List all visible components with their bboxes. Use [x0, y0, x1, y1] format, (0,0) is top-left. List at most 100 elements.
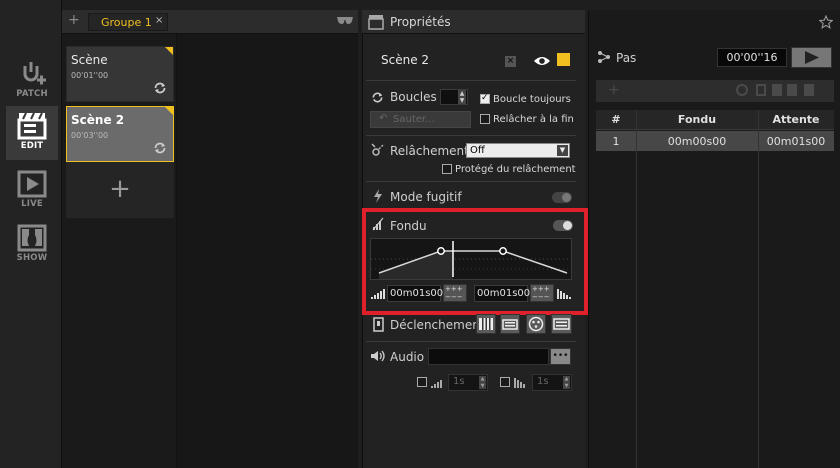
loop-always-checkbox[interactable]	[480, 93, 490, 104]
steps-table-header: # Fondu Attente	[596, 110, 834, 130]
audio-fade-in-checkbox[interactable]	[417, 377, 427, 387]
group-tab-label: Groupe 1	[101, 16, 152, 29]
play-button[interactable]	[791, 47, 832, 68]
fade-out-value: 00m01s00	[477, 288, 531, 299]
fade-out-stepper[interactable]: +++ −−−	[530, 284, 554, 302]
audio-fade-in-value: 1s	[453, 376, 465, 387]
glasses-icon[interactable]	[336, 15, 354, 25]
step-fade: 00m00s00	[667, 135, 727, 148]
stage-curtain-icon	[17, 224, 47, 252]
loop-icon	[372, 92, 383, 103]
audio-label: Audio	[390, 350, 425, 364]
add-scene-button[interactable]: +	[66, 162, 174, 218]
copy-icon[interactable]	[772, 84, 782, 96]
release-at-end-label: Relâcher à la fin	[493, 114, 574, 125]
skip-button[interactable]: ↶ Sauter...	[370, 111, 471, 128]
steps-panel	[588, 10, 840, 468]
scene-list: Scène 00'01''00 Scène 2 00'03''00 +	[62, 34, 177, 468]
fugitive-mode-label: Mode fugitif	[390, 190, 462, 204]
audio-fade-out-input[interactable]: 1s ▲ ▼	[532, 374, 572, 391]
speaker-icon	[371, 350, 385, 362]
column-divider	[636, 110, 637, 468]
toggle-knob	[563, 221, 572, 230]
protected-release-label: Protégé du relâchement	[455, 164, 576, 175]
loops-label: Boucles	[390, 90, 437, 104]
scene-name: Scène 2	[71, 113, 125, 127]
plus-minus-icon: +++ −−−	[445, 285, 463, 301]
close-group-button[interactable]: ×	[155, 15, 163, 26]
column-header-fade: Fondu	[677, 113, 717, 126]
fugitive-mode-toggle[interactable]	[552, 192, 572, 203]
mode-patch[interactable]: PATCH	[6, 56, 58, 110]
piano-keys-icon[interactable]	[476, 314, 496, 334]
scene-name-field[interactable]: Scène 2	[381, 53, 429, 67]
play-icon	[805, 51, 819, 64]
steps-toolbar: +	[596, 80, 834, 102]
steps-title: Pas	[616, 51, 637, 65]
add-step-button[interactable]: +	[608, 82, 620, 98]
scene-color-marker	[165, 107, 173, 115]
fade-in-icon	[371, 289, 385, 299]
release-at-end-checkbox[interactable]	[480, 114, 490, 124]
mode-show[interactable]: SHOW	[6, 220, 58, 274]
fade-in-icon	[431, 380, 442, 388]
scene-duration: 00'01''00	[71, 71, 109, 80]
fade-out-icon	[514, 378, 525, 388]
mode-live[interactable]: LIVE	[6, 166, 58, 220]
stepper-arrows-icon[interactable]: ▲ ▼	[479, 376, 486, 389]
scene-color-swatch[interactable]	[557, 53, 570, 66]
release-select[interactable]: Off ▼	[466, 143, 570, 158]
mode-label: SHOW	[16, 253, 48, 263]
audio-browse-button[interactable]: •••	[550, 348, 571, 365]
keyboard-icon[interactable]	[500, 314, 520, 334]
audio-file-field[interactable]	[428, 348, 549, 365]
column-header-wait: Attente	[772, 113, 820, 126]
fade-in-stepper[interactable]: +++ −−−	[443, 284, 467, 302]
release-icon	[371, 143, 385, 156]
mode-edit[interactable]: EDIT	[6, 106, 58, 160]
skip-button-label: Sauter...	[393, 114, 435, 125]
protected-release-checkbox[interactable]	[442, 164, 452, 174]
stepper-arrows-icon[interactable]: ▲ ▼	[458, 90, 466, 104]
fade-toggle[interactable]	[553, 220, 573, 231]
loop-icon	[154, 142, 166, 154]
add-group-button[interactable]: +	[68, 12, 80, 28]
chevron-down-icon: ▼	[557, 145, 568, 156]
scene-item-1[interactable]: Scène 00'01''00	[66, 46, 174, 102]
plus-minus-icon: +++ −−−	[532, 285, 550, 301]
table-row[interactable]: 1 00m00s00 00m01s00	[596, 131, 834, 151]
lightning-icon	[374, 189, 382, 203]
dmx-connector-icon[interactable]	[526, 314, 546, 334]
fade-out-input[interactable]: 00m01s00	[474, 285, 531, 302]
fade-in-input[interactable]: 00m01s00	[387, 285, 443, 302]
loops-count-input[interactable]: ▲ ▼	[440, 89, 468, 105]
audio-fade-in-input[interactable]: 1s ▲ ▼	[448, 374, 488, 391]
cut-icon[interactable]	[756, 84, 766, 96]
fade-label: Fondu	[390, 219, 427, 233]
keypad-icon[interactable]	[551, 314, 572, 334]
plug-plus-icon	[23, 62, 46, 85]
scene-duration: 00'03''00	[71, 131, 109, 140]
clapperboard-icon	[368, 15, 384, 30]
audio-fade-out-checkbox[interactable]	[500, 377, 510, 387]
delete-icon[interactable]	[804, 84, 814, 96]
clear-icon[interactable]: ×	[505, 56, 516, 67]
properties-header: Propriétés	[362, 10, 585, 34]
undo-icon: ↶	[379, 113, 388, 124]
toggle-knob	[562, 193, 571, 202]
eye-icon[interactable]	[533, 55, 551, 67]
paste-icon[interactable]	[787, 84, 797, 96]
step-wait: 00m01s00	[766, 135, 826, 148]
audio-fade-out-value: 1s	[537, 376, 549, 387]
clock-icon[interactable]	[736, 84, 748, 96]
trigger-label: Déclenchemer	[390, 318, 478, 332]
mode-label: LIVE	[21, 199, 43, 209]
stepper-arrows-icon[interactable]: ▲ ▼	[563, 376, 570, 389]
scene-item-2[interactable]: Scène 2 00'03''00	[66, 106, 174, 162]
star-icon[interactable]	[819, 15, 833, 29]
scene-name: Scène	[71, 53, 108, 67]
play-icon	[17, 170, 47, 198]
fade-curve-graph[interactable]	[370, 238, 572, 280]
trigger-icon	[373, 317, 384, 332]
mode-label: PATCH	[16, 89, 48, 99]
